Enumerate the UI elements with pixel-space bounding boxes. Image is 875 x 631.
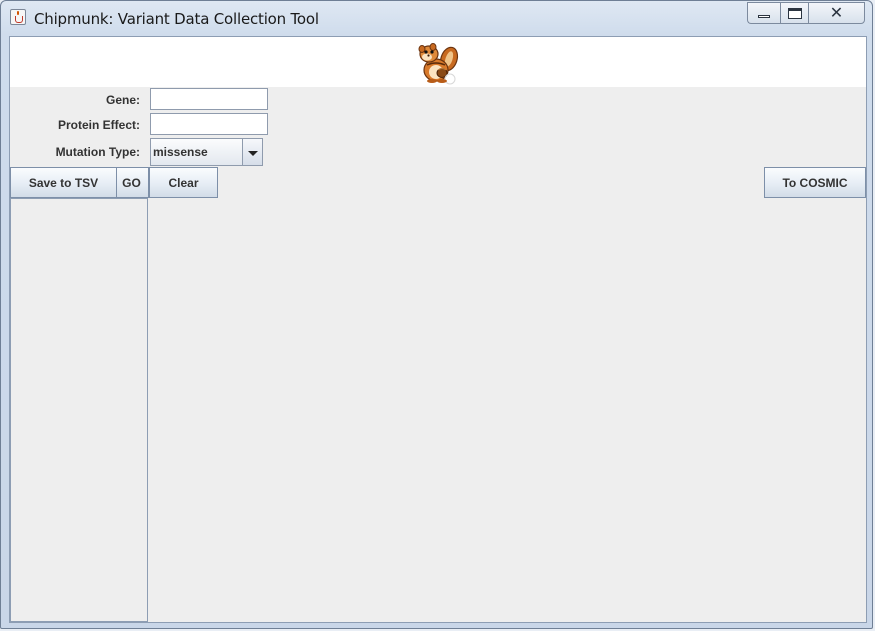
minimize-button[interactable] bbox=[747, 2, 780, 24]
mutation-type-selected[interactable]: missense bbox=[150, 138, 243, 166]
java-app-icon bbox=[10, 9, 26, 25]
protein-effect-label: Protein Effect: bbox=[57, 118, 140, 132]
mutation-type-label: Mutation Type: bbox=[55, 145, 140, 159]
app-window: Chipmunk: Variant Data Collection Tool ✕ bbox=[0, 0, 873, 629]
to-cosmic-button[interactable]: To COSMIC bbox=[764, 167, 866, 198]
gene-input[interactable] bbox=[150, 88, 268, 110]
minimize-icon bbox=[758, 14, 770, 18]
client-area: Gene: Protein Effect: Mutation Type: mis… bbox=[9, 36, 867, 623]
chipmunk-logo-icon bbox=[418, 43, 459, 85]
caption-buttons: ✕ bbox=[747, 2, 865, 24]
chevron-down-icon[interactable] bbox=[242, 138, 263, 166]
maximize-button[interactable] bbox=[780, 2, 808, 24]
close-icon: ✕ bbox=[829, 3, 844, 22]
results-list-panel[interactable] bbox=[10, 198, 148, 622]
title-bar[interactable]: Chipmunk: Variant Data Collection Tool ✕ bbox=[1, 1, 872, 35]
clear-button[interactable]: Clear bbox=[149, 167, 218, 198]
gene-label: Gene: bbox=[105, 93, 140, 107]
maximize-icon bbox=[787, 7, 802, 19]
window-title: Chipmunk: Variant Data Collection Tool bbox=[34, 10, 319, 28]
close-button[interactable]: ✕ bbox=[808, 2, 865, 24]
protein-effect-input[interactable] bbox=[150, 113, 268, 135]
save-to-tsv-button[interactable]: Save to TSV bbox=[10, 167, 117, 198]
logo-banner bbox=[10, 37, 866, 87]
mutation-type-select[interactable]: missense bbox=[150, 138, 263, 166]
